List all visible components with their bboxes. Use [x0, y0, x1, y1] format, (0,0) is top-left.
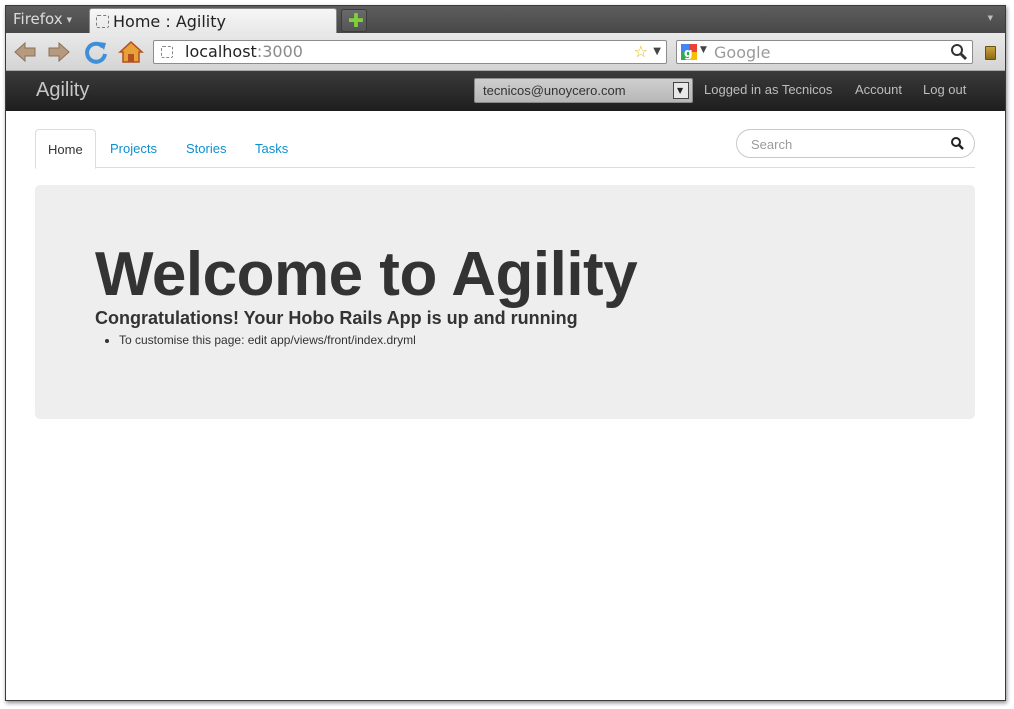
home-button[interactable]	[118, 39, 144, 65]
site-search-box[interactable]	[736, 129, 975, 158]
tab-projects[interactable]: Projects	[98, 129, 169, 168]
bookmarks-icon[interactable]	[985, 46, 996, 60]
url-text: localhost:3000	[185, 42, 303, 61]
plus-icon: ✚	[348, 10, 364, 32]
list-item: To customise this page: edit app/views/f…	[119, 333, 416, 347]
page-identity-icon	[161, 46, 173, 58]
home-icon	[118, 40, 144, 63]
tab-list-icon[interactable]: ▼	[988, 14, 993, 22]
user-select-value: tecnicos@unoycero.com	[483, 83, 626, 98]
back-button[interactable]	[12, 39, 38, 65]
chevron-down-icon: ▼	[677, 86, 684, 95]
tab-strip: Firefox ▼ Home : Agility ✚ ▼	[6, 6, 1005, 33]
select-arrow-button[interactable]: ▼	[673, 82, 689, 99]
account-link[interactable]: Account	[855, 82, 902, 97]
url-bar[interactable]: localhost:3000 ☆ ▼	[153, 40, 667, 64]
tab-home[interactable]: Home	[35, 129, 96, 169]
app-brand[interactable]: Agility	[36, 79, 89, 102]
hero-instructions-list: To customise this page: edit app/views/f…	[119, 333, 416, 347]
chevron-down-icon: ▼	[66, 16, 73, 24]
site-search-input[interactable]	[751, 135, 941, 153]
logged-in-status: Logged in as Tecnicos	[704, 82, 833, 97]
tab-stories[interactable]: Stories	[174, 129, 238, 168]
browser-tab-title: Home : Agility	[113, 12, 226, 31]
reload-icon	[85, 41, 107, 64]
svg-text:g: g	[684, 46, 693, 60]
navigation-toolbar: localhost:3000 ☆ ▼ g ▼	[6, 33, 1005, 71]
browser-search-box[interactable]: g ▼	[676, 40, 973, 64]
url-port: :3000	[256, 42, 303, 61]
search-icon[interactable]	[950, 43, 968, 61]
url-host: localhost	[185, 42, 257, 61]
firefox-menu-button[interactable]: Firefox ▼	[7, 8, 87, 32]
new-tab-button[interactable]: ✚	[341, 9, 367, 32]
browser-tab-home[interactable]: Home : Agility	[89, 8, 337, 33]
firefox-menu-label: Firefox	[13, 10, 63, 28]
forward-button[interactable]	[46, 39, 72, 65]
page-title: Welcome to Agility	[95, 240, 638, 309]
reload-button[interactable]	[83, 39, 109, 65]
google-logo-icon: g	[681, 44, 697, 60]
browser-search-input[interactable]	[714, 42, 944, 62]
user-select[interactable]: tecnicos@unoycero.com ▼	[474, 78, 693, 103]
url-history-dropdown-icon[interactable]: ▼	[653, 46, 661, 57]
search-engine-dropdown-icon[interactable]: ▼	[700, 45, 707, 55]
browser-window: Firefox ▼ Home : Agility ✚ ▼ localhost:30…	[5, 5, 1006, 701]
page-favicon-icon	[96, 15, 109, 28]
bookmark-star-icon[interactable]: ☆	[634, 42, 648, 61]
forward-arrow-icon	[48, 41, 70, 63]
logout-link[interactable]: Log out	[923, 82, 966, 97]
welcome-hero: Welcome to Agility Congratulations! Your…	[35, 185, 975, 419]
page-subtitle: Congratulations! Your Hobo Rails App is …	[95, 308, 578, 328]
back-arrow-icon	[14, 41, 36, 63]
tab-tasks[interactable]: Tasks	[243, 129, 300, 168]
app-header: Agility tecnicos@unoycero.com ▼ Logged i…	[6, 71, 1005, 111]
search-icon[interactable]	[951, 137, 964, 150]
